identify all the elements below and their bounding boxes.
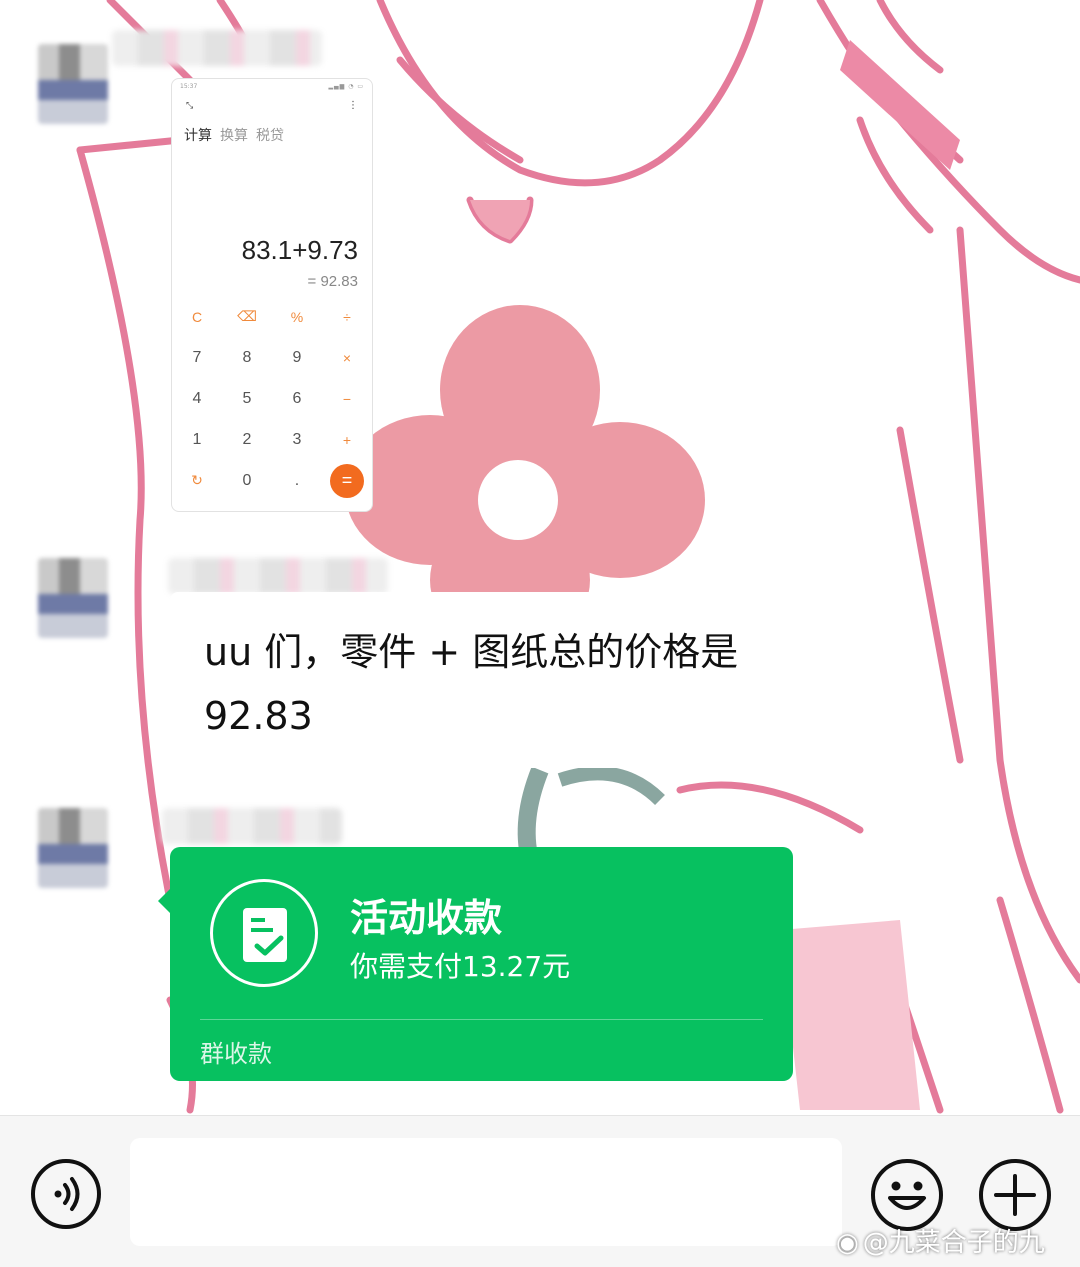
sender-name xyxy=(112,30,322,66)
payment-amount: 你需支付13.27元 xyxy=(350,950,571,983)
text-message-bubble[interactable]: uu 们，零件 + 图纸总的价格是 92.83 xyxy=(170,592,870,768)
plus-icon xyxy=(979,1159,1051,1231)
emoji-button[interactable] xyxy=(870,1158,944,1232)
calc-key-divide: ÷ xyxy=(343,308,351,325)
sender-name xyxy=(162,808,342,844)
tab-calculate: 计算 xyxy=(184,128,212,144)
payment-title: 活动收款 xyxy=(350,896,503,940)
calc-key-2: 2 xyxy=(242,430,252,448)
voice-icon xyxy=(31,1159,101,1229)
status-time: 15:37 xyxy=(180,83,198,90)
shrink-icon: ⤡ xyxy=(186,101,194,111)
receipt-check-icon xyxy=(210,879,318,987)
calc-key-7: 7 xyxy=(192,348,202,366)
calc-key-8: 8 xyxy=(242,348,252,366)
calculator-tabs: 计算 换算 税贷 xyxy=(184,125,284,145)
calc-key-6: 6 xyxy=(292,389,302,407)
emoji-icon xyxy=(871,1159,943,1231)
watermark-text: @九菜合子的九 xyxy=(862,1228,1045,1258)
calculator-expression: 83.1+9.73 xyxy=(241,235,358,265)
card-divider xyxy=(200,1019,763,1020)
calc-key-backspace: ⌫ xyxy=(237,308,257,324)
calc-key-multiply: × xyxy=(342,349,352,366)
status-icons: ▂▄▆ ◔ ▭ xyxy=(328,83,364,90)
more-icon: ⋮ xyxy=(348,100,358,111)
calc-key-mode: ↻ xyxy=(191,472,203,488)
calc-key-3: 3 xyxy=(292,430,302,448)
avatar[interactable] xyxy=(38,808,108,888)
tab-convert: 换算 xyxy=(220,128,248,144)
avatar[interactable] xyxy=(38,558,108,638)
calc-key-5: 5 xyxy=(242,389,252,407)
equals-label: = xyxy=(330,463,364,498)
calc-key-9: 9 xyxy=(292,348,302,366)
calc-key-dot: . xyxy=(294,471,300,489)
weibo-logo-icon: ◉ xyxy=(836,1228,859,1258)
bubble-tail xyxy=(158,889,170,913)
calc-key-percent: % xyxy=(290,308,304,325)
sender-name xyxy=(168,558,388,594)
calc-key-minus: − xyxy=(342,390,352,407)
payment-card-type: 群收款 xyxy=(200,1040,272,1068)
message-text: uu 们，零件 + 图纸总的价格是 92.83 xyxy=(204,630,739,738)
calculator-result: = 92.83 xyxy=(307,273,358,290)
status-bar: 15:37 ▂▄▆ ◔ ▭ xyxy=(172,79,372,95)
calc-key-equals: = xyxy=(322,460,372,501)
calculator-screenshot-message[interactable]: 15:37 ▂▄▆ ◔ ▭ ⤡ ⋮ 计算 换算 税贷 83.1+9.73 = 9… xyxy=(171,78,373,512)
calc-key-4: 4 xyxy=(192,389,202,407)
voice-button[interactable] xyxy=(30,1158,102,1230)
avatar[interactable] xyxy=(38,44,108,124)
calculator-keypad: C ⌫ % ÷ 7 8 9 × 4 5 6 − 1 2 3 + ↻ 0 . = xyxy=(172,296,372,502)
group-payment-card[interactable]: 活动收款 你需支付13.27元 群收款 xyxy=(158,847,793,1081)
more-functions-button[interactable] xyxy=(978,1158,1052,1232)
calc-key-plus: + xyxy=(342,431,352,448)
calc-key-clear: C xyxy=(191,308,203,325)
weibo-watermark: ◉ @九菜合子的九 xyxy=(836,1222,1045,1259)
calc-key-1: 1 xyxy=(192,430,202,448)
message-input[interactable] xyxy=(130,1138,842,1246)
calc-key-0: 0 xyxy=(242,471,252,489)
tab-tax-loan: 税贷 xyxy=(256,128,284,144)
